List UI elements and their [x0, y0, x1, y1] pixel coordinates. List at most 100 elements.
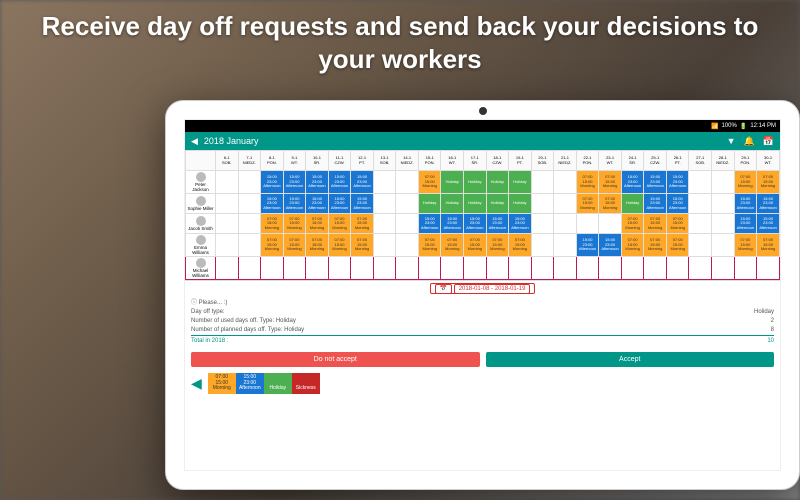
shift-cell[interactable]: 07:0015:00Morning [464, 234, 487, 257]
shift-cell[interactable]: 07:0015:00Morning [328, 214, 351, 234]
back-icon[interactable]: ◀ [191, 136, 198, 147]
shift-cell[interactable]: 15:0023:00Afternoon [351, 171, 374, 194]
shift-cell[interactable]: Holiday [621, 194, 644, 214]
shift-cell-empty[interactable] [261, 257, 284, 280]
shift-cell[interactable]: 15:0023:00Afternoon [464, 214, 487, 234]
shift-cell[interactable]: 07:0015:00Morning [666, 234, 689, 257]
shift-cell-empty[interactable] [712, 171, 735, 194]
employee-cell[interactable]: Jacob Smith [186, 214, 216, 234]
shift-cell[interactable]: 15:0023:00Afternoon [621, 171, 644, 194]
shift-cell-empty[interactable] [554, 257, 577, 280]
shift-cell[interactable]: 07:0015:00Morning [486, 234, 509, 257]
shift-cell[interactable]: 07:0015:00Morning [351, 234, 374, 257]
shift-cell[interactable]: 07:0015:00Morning [306, 234, 329, 257]
shift-cell[interactable]: Holiday [464, 171, 487, 194]
shift-cell[interactable]: 07:0015:00Morning [306, 214, 329, 234]
shift-cell-empty[interactable] [576, 257, 599, 280]
shift-cell[interactable]: 07:0015:00Morning [509, 234, 532, 257]
shift-cell[interactable]: 15:0023:00Afternoon [576, 234, 599, 257]
shift-cell[interactable]: 07:0015:00Morning [283, 214, 306, 234]
shift-cell[interactable]: 15:0023:00Afternoon [757, 214, 780, 234]
shift-cell-empty[interactable] [351, 257, 374, 280]
shift-cell[interactable]: 15:0023:00Afternoon [328, 171, 351, 194]
shift-cell[interactable]: 07:0015:00Morning [418, 171, 441, 194]
shift-cell-empty[interactable] [238, 194, 261, 214]
shift-cell[interactable]: Holiday [418, 194, 441, 214]
shift-cell[interactable]: Holiday [486, 194, 509, 214]
shift-cell-empty[interactable] [396, 257, 419, 280]
shift-cell[interactable]: 07:0015:00Morning [328, 234, 351, 257]
shift-cell[interactable]: 07:0015:00Morning [644, 234, 667, 257]
shift-cell[interactable]: Holiday [441, 194, 464, 214]
shift-cell-empty[interactable] [486, 257, 509, 280]
shift-cell[interactable]: 15:0023:00Afternoon [283, 171, 306, 194]
shift-cell-empty[interactable] [712, 257, 735, 280]
shift-cell[interactable]: Holiday [509, 194, 532, 214]
shift-cell[interactable]: 15:0023:00Afternoon [261, 171, 284, 194]
shift-cell[interactable]: 07:0015:00Morning [261, 234, 284, 257]
shift-cell-empty[interactable] [689, 234, 712, 257]
shift-cell-empty[interactable] [238, 214, 261, 234]
shift-cell[interactable]: 07:0015:00Morning [576, 171, 599, 194]
shift-cell-empty[interactable] [396, 194, 419, 214]
shift-cell-empty[interactable] [757, 257, 780, 280]
employee-cell[interactable]: Peter Jackson [186, 171, 216, 194]
shift-cell[interactable]: Holiday [509, 171, 532, 194]
shift-cell-empty[interactable] [396, 214, 419, 234]
shift-cell-empty[interactable] [554, 171, 577, 194]
shift-cell[interactable]: 15:0023:00Afternoon [509, 214, 532, 234]
shift-cell[interactable]: 07:0015:00Morning [757, 234, 780, 257]
shift-cell-empty[interactable] [621, 257, 644, 280]
shift-cell-empty[interactable] [689, 194, 712, 214]
shift-cell-empty[interactable] [531, 194, 554, 214]
shift-cell-empty[interactable] [554, 214, 577, 234]
shift-cell-empty[interactable] [283, 257, 306, 280]
shift-cell-empty[interactable] [554, 234, 577, 257]
shift-cell-empty[interactable] [216, 257, 239, 280]
shift-cell[interactable]: 07:0015:00Morning [599, 194, 622, 214]
shift-cell-empty[interactable] [441, 257, 464, 280]
shift-cell[interactable]: 15:0023:00Afternoon [599, 234, 622, 257]
shift-cell-empty[interactable] [373, 214, 396, 234]
employee-cell[interactable]: Sophie Miller [186, 194, 216, 214]
shift-cell-empty[interactable] [689, 214, 712, 234]
shift-cell[interactable]: 15:0023:00Afternoon [644, 171, 667, 194]
shift-cell-empty[interactable] [216, 234, 239, 257]
calendar-icon[interactable]: 📅 [763, 136, 774, 147]
shift-cell[interactable]: 07:0015:00Morning [621, 234, 644, 257]
shift-cell[interactable]: 15:0023:00Afternoon [261, 194, 284, 214]
shift-cell-empty[interactable] [306, 257, 329, 280]
shift-cell-empty[interactable] [418, 257, 441, 280]
shift-cell-empty[interactable] [712, 214, 735, 234]
shift-cell[interactable]: 15:0023:00Afternoon [283, 194, 306, 214]
shift-cell[interactable]: 07:0015:00Morning [418, 234, 441, 257]
shift-cell[interactable]: 15:0023:00Afternoon [351, 194, 374, 214]
shift-cell[interactable]: Holiday [464, 194, 487, 214]
shift-cell[interactable]: 07:0015:00Morning [599, 171, 622, 194]
shift-cell-empty[interactable] [689, 257, 712, 280]
shift-cell-empty[interactable] [328, 257, 351, 280]
shift-cell[interactable]: 15:0023:00Afternoon [666, 194, 689, 214]
shift-cell[interactable]: 15:0023:00Afternoon [306, 194, 329, 214]
shift-cell[interactable]: 15:0023:00Afternoon [441, 214, 464, 234]
shift-cell[interactable]: 07:0015:00Morning [283, 234, 306, 257]
shift-cell-empty[interactable] [666, 257, 689, 280]
shift-cell-empty[interactable] [373, 171, 396, 194]
shift-cell-empty[interactable] [712, 234, 735, 257]
shift-cell-empty[interactable] [531, 214, 554, 234]
shift-cell-empty[interactable] [396, 171, 419, 194]
shift-cell-empty[interactable] [373, 257, 396, 280]
shift-cell-empty[interactable] [238, 234, 261, 257]
month-title[interactable]: 2018 January [204, 136, 259, 146]
employee-cell[interactable]: Michael Williams [186, 257, 216, 280]
shift-cell[interactable]: 15:0023:00Afternoon [418, 214, 441, 234]
shift-cell[interactable]: 15:0023:00Afternoon [644, 194, 667, 214]
shift-cell-empty[interactable] [689, 171, 712, 194]
shift-cell[interactable]: 07:0015:00Morning [261, 214, 284, 234]
shift-cell-empty[interactable] [531, 171, 554, 194]
shift-cell[interactable]: 07:0015:00Morning [441, 234, 464, 257]
legend-back-icon[interactable]: ◀ [191, 375, 202, 392]
shift-cell[interactable]: 15:0023:00Afternoon [486, 214, 509, 234]
shift-cell-empty[interactable] [396, 234, 419, 257]
bell-icon[interactable]: 🔔 [744, 136, 755, 147]
